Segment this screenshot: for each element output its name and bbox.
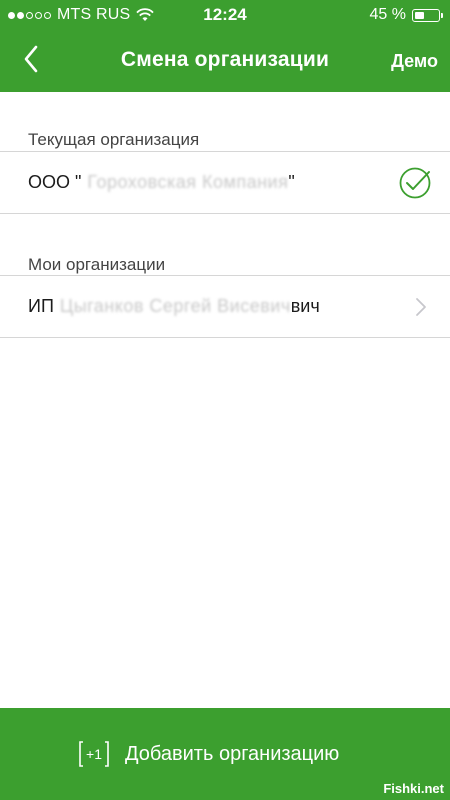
top-bar: MTS RUS 12:24 45 % Смена организации Дем…: [0, 0, 450, 92]
battery-icon: [412, 8, 443, 22]
chevron-right-icon: [416, 298, 426, 316]
section-header-current: Текущая организация: [28, 130, 200, 149]
battery-percent: 45 %: [369, 6, 406, 23]
add-organization-icon: +1: [79, 741, 109, 767]
current-organization-name: ООО " Гороховская Компания ": [28, 172, 295, 193]
demo-button[interactable]: Демо: [391, 51, 438, 72]
divider: [0, 337, 450, 338]
watermark: Fishki.net: [383, 781, 444, 796]
content: Текущая организация ООО " Гороховская Ко…: [0, 92, 450, 708]
add-organization-label: Добавить организацию: [125, 743, 340, 765]
my-organization-row[interactable]: ИП Цыганков Сергей Висевич вич: [0, 276, 450, 337]
add-organization-button[interactable]: +1 Добавить организацию Fishki.net: [0, 708, 450, 800]
status-right: 45 %: [369, 6, 443, 24]
add-icon-text: +1: [86, 746, 102, 762]
org-suffix: ": [288, 172, 295, 192]
org-prefix: ООО ": [28, 172, 82, 192]
check-circle-icon: [399, 167, 431, 199]
section-header-my: Мои организации: [28, 255, 166, 274]
nav-bar: Смена организации Демо: [0, 30, 450, 92]
screen: MTS RUS 12:24 45 % Смена организации Дем…: [0, 0, 450, 800]
my-organization-name: ИП Цыганков Сергей Висевич вич: [28, 296, 320, 317]
status-bar: MTS RUS 12:24 45 %: [0, 0, 450, 30]
org-prefix: ИП: [28, 296, 54, 316]
org-name-tail: вич: [290, 296, 320, 316]
current-organization-row[interactable]: ООО " Гороховская Компания ": [0, 152, 450, 213]
battery-fill: [415, 11, 424, 19]
page-title: Смена организации: [120, 48, 330, 71]
redacted-org-name: Гороховская Компания: [87, 172, 289, 192]
redacted-org-name: Цыганков Сергей Висевич: [59, 296, 291, 316]
divider: [0, 213, 450, 214]
